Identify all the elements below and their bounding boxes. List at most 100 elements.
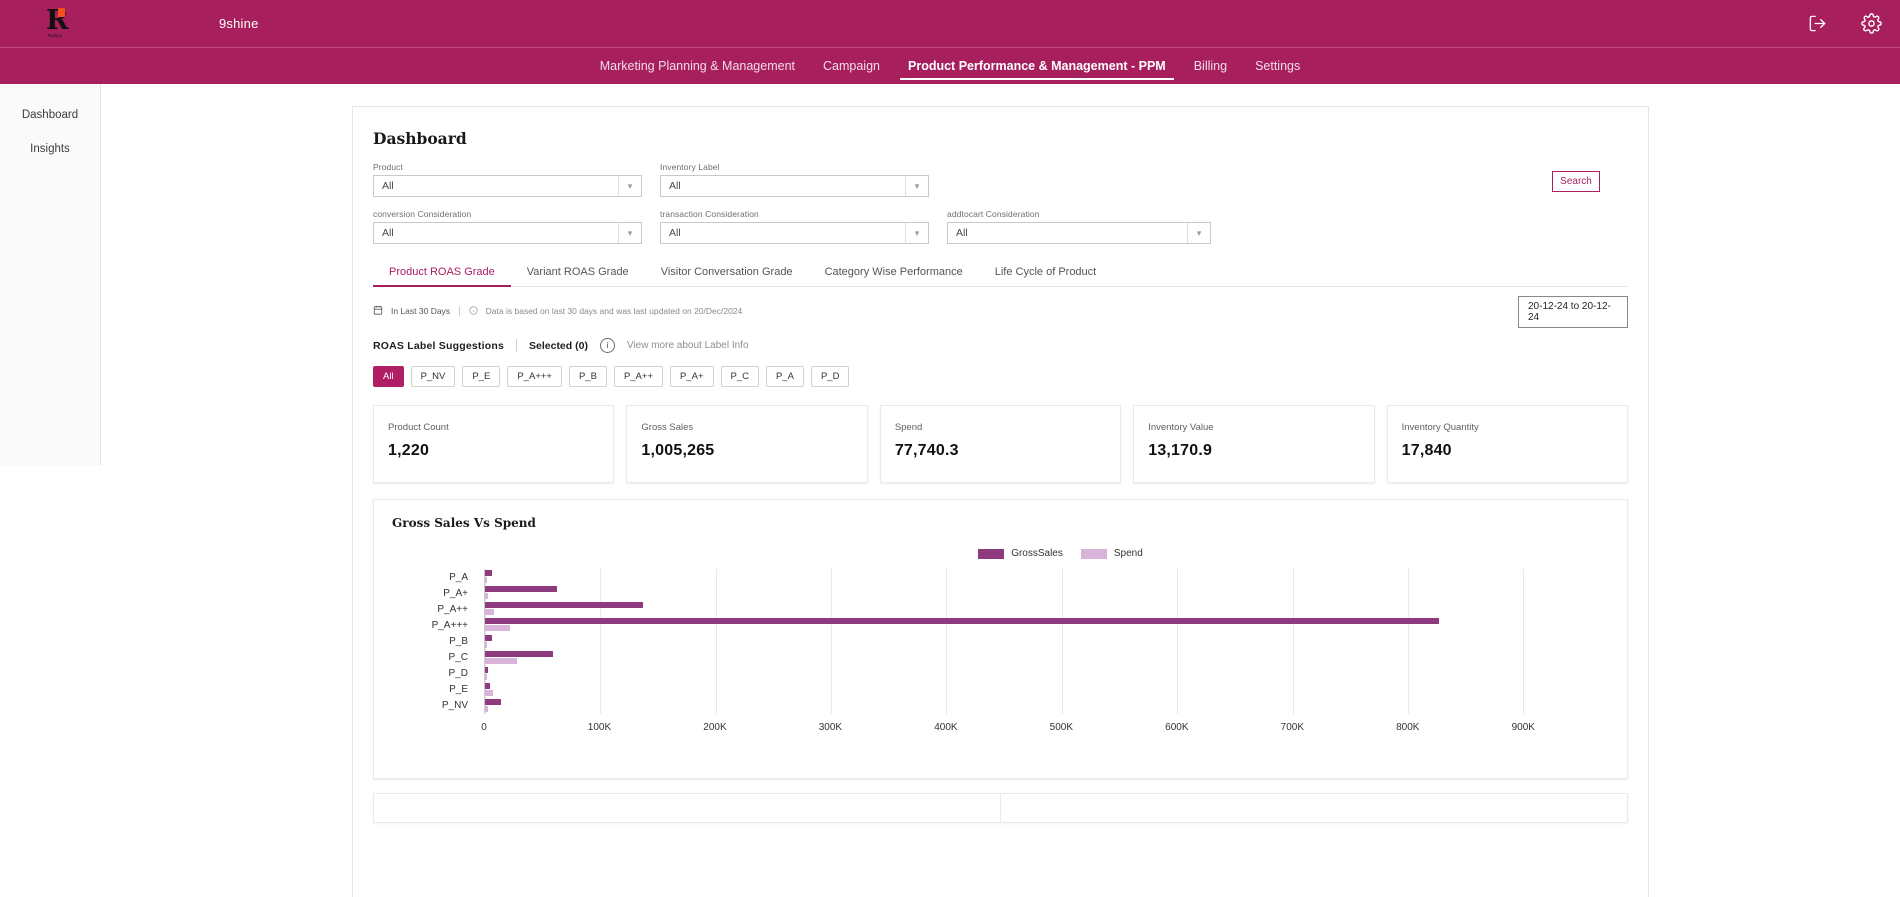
tab-category-wise-performance[interactable]: Category Wise Performance (809, 258, 979, 286)
chart-bar-spend[interactable] (485, 609, 495, 616)
chart-x-tick-label: 600K (1165, 722, 1189, 733)
chevron-down-icon: ▾ (905, 223, 928, 243)
nav-item-billing[interactable]: Billing (1180, 50, 1241, 82)
chart-y-axis-labels: P_A P_A+ P_A++ P_A+++ P_B P_C P_D P_E P_NV (392, 569, 476, 714)
search-button[interactable]: Search (1552, 171, 1600, 192)
kpi-card-inventory-value: Inventory Value 13,170.9 (1133, 405, 1375, 483)
kpi-value: 17,840 (1401, 442, 1452, 459)
brand-name: 9shine (219, 16, 259, 31)
legend-item-spend[interactable]: Spend (1080, 548, 1143, 559)
chart-x-tick-label: 400K (934, 722, 958, 733)
filter-inventory-label: Inventory Label All ▾ (660, 162, 929, 197)
chip-p-a-plus-plus[interactable]: P_A++ (613, 366, 663, 387)
gear-icon[interactable] (1861, 13, 1882, 34)
kpi-card-product-count: Product Count 1,220 (373, 405, 615, 483)
chart-bar-grosssales[interactable] (485, 666, 489, 673)
dashboard-panel: Dashboard Product All ▾ Inventory Label … (352, 106, 1649, 897)
kpi-label: Inventory Value (1148, 422, 1214, 433)
chart-y-tick-label: P_A (449, 571, 468, 583)
addtocart-consideration-select[interactable]: All ▾ (947, 222, 1211, 244)
product-select[interactable]: All ▾ (373, 175, 642, 197)
chip-p-a[interactable]: P_A (766, 366, 804, 387)
chart-x-tick-label: 300K (818, 722, 843, 733)
nav-item-campaign[interactable]: Campaign (809, 50, 894, 82)
tab-life-cycle-of-product[interactable]: Life Cycle of Product (979, 258, 1113, 286)
chart-x-tick-label: 900K (1511, 722, 1535, 733)
chart-y-tick-label: P_E (449, 684, 468, 696)
chip-p-a-plus[interactable]: P_A+ (670, 366, 714, 387)
legend-item-grosssales[interactable]: GrossSales (978, 548, 1063, 559)
chart-bar-spend[interactable] (485, 641, 487, 648)
sidebar-item-dashboard[interactable]: Dashboard (0, 98, 100, 132)
chip-p-e[interactable]: P_E (462, 366, 501, 387)
tab-label: Product ROAS Grade (389, 266, 495, 278)
chip-p-a-plus-plus-plus[interactable]: P_A+++ (507, 366, 562, 387)
top-bar: R Rubyx 9shine (0, 0, 1900, 48)
tab-variant-roas-grade[interactable]: Variant ROAS Grade (511, 258, 645, 286)
sidebar-item-insights[interactable]: Insights (0, 132, 100, 166)
date-range-picker[interactable]: 20-12-24 to 20-12-24 (1518, 296, 1628, 328)
kpi-value: 13,170.9 (1148, 442, 1213, 459)
chip-p-b[interactable]: P_B (568, 366, 607, 387)
chart-bar-grosssales[interactable] (485, 682, 490, 689)
chart-bar-grosssales[interactable] (485, 634, 492, 641)
divider (516, 339, 517, 352)
inventory-label-select[interactable]: All ▾ (660, 175, 929, 197)
chart-bar-grosssales[interactable] (485, 698, 502, 705)
kpi-label: Spend (894, 422, 923, 433)
nav-item-settings[interactable]: Settings (1241, 50, 1314, 82)
chart-x-tick-label: 100K (587, 722, 612, 733)
chevron-down-icon: ▾ (905, 176, 928, 196)
kpi-label: Inventory Quantity (1401, 422, 1479, 433)
view-more-label-info-link[interactable]: View more about Label Info (627, 340, 749, 351)
chip-p-c[interactable]: P_C (720, 366, 759, 387)
chart-bar-spend[interactable] (485, 593, 489, 600)
chip-p-d[interactable]: P_D (810, 366, 850, 387)
chip-p-nv[interactable]: P_NV (410, 366, 456, 387)
logout-icon[interactable] (1808, 14, 1827, 33)
chart-bar-grosssales[interactable] (485, 602, 644, 609)
chart-bar-spend[interactable] (485, 625, 511, 632)
chart-bar-grosssales[interactable] (485, 586, 557, 593)
range-text: In Last 30 Days (391, 306, 451, 316)
chart-bar-spend[interactable] (485, 673, 487, 680)
chart-bar-spend[interactable] (485, 577, 487, 584)
transaction-consideration-select[interactable]: All ▾ (660, 222, 929, 244)
nav-label: Product Performance & Management - PPM (908, 59, 1166, 73)
label-info-icon[interactable]: i (599, 338, 615, 353)
rubyx-logo-icon: R Rubyx (46, 7, 76, 41)
top-bar-actions (1808, 13, 1900, 34)
chart-bar-spend[interactable] (485, 657, 518, 664)
tab-label: Visitor Conversation Grade (660, 266, 793, 278)
chip-label: P_NV (420, 371, 446, 382)
filter-conversion-consideration: conversion Consideration All ▾ (373, 209, 642, 244)
chart-bar-spend[interactable] (485, 689, 494, 696)
nav-item-product-performance[interactable]: Product Performance & Management - PPM (894, 50, 1180, 82)
tab-visitor-conversation-grade[interactable]: Visitor Conversation Grade (645, 258, 809, 286)
body-wrapper: Dashboard Insights Dashboard Product All… (0, 84, 1900, 897)
kpi-card-spend: Spend 77,740.3 (879, 405, 1122, 483)
chip-label: P_B (578, 371, 597, 382)
kpi-cards: Product Count 1,220 Gross Sales 1,005,26… (373, 405, 1629, 483)
app-logo[interactable]: R Rubyx (0, 7, 122, 41)
logo-accent-dot (58, 7, 65, 17)
filter-row-primary: Product All ▾ Inventory Label All ▾ Sear… (373, 162, 1628, 197)
chart-bar-grosssales[interactable] (485, 570, 492, 577)
chart-bar-grosssales[interactable] (485, 618, 1440, 625)
filter-label: transaction Consideration (660, 209, 759, 219)
chevron-down-icon: ▾ (618, 223, 641, 243)
chart-x-tick-label: 700K (1280, 722, 1304, 733)
bottom-card-right (1000, 794, 1627, 822)
chart-bar-spend[interactable] (485, 705, 488, 712)
chip-label: P_A++ (623, 371, 653, 382)
tab-product-roas-grade[interactable]: Product ROAS Grade (373, 258, 511, 287)
chart-bar-grosssales[interactable] (485, 650, 554, 657)
nav-item-marketing-planning[interactable]: Marketing Planning & Management (586, 50, 809, 82)
chart-gridline (1523, 569, 1525, 714)
chip-all[interactable]: All (373, 366, 404, 387)
info-icon (469, 302, 478, 320)
select-value: All (669, 180, 681, 192)
chart-plot: P_A P_A+ P_A++ P_A+++ P_B P_C P_D P_E P_NV 0 100K… (392, 569, 1609, 733)
chart-x-tick-label: 800K (1396, 722, 1420, 733)
conversion-consideration-select[interactable]: All ▾ (373, 222, 642, 244)
